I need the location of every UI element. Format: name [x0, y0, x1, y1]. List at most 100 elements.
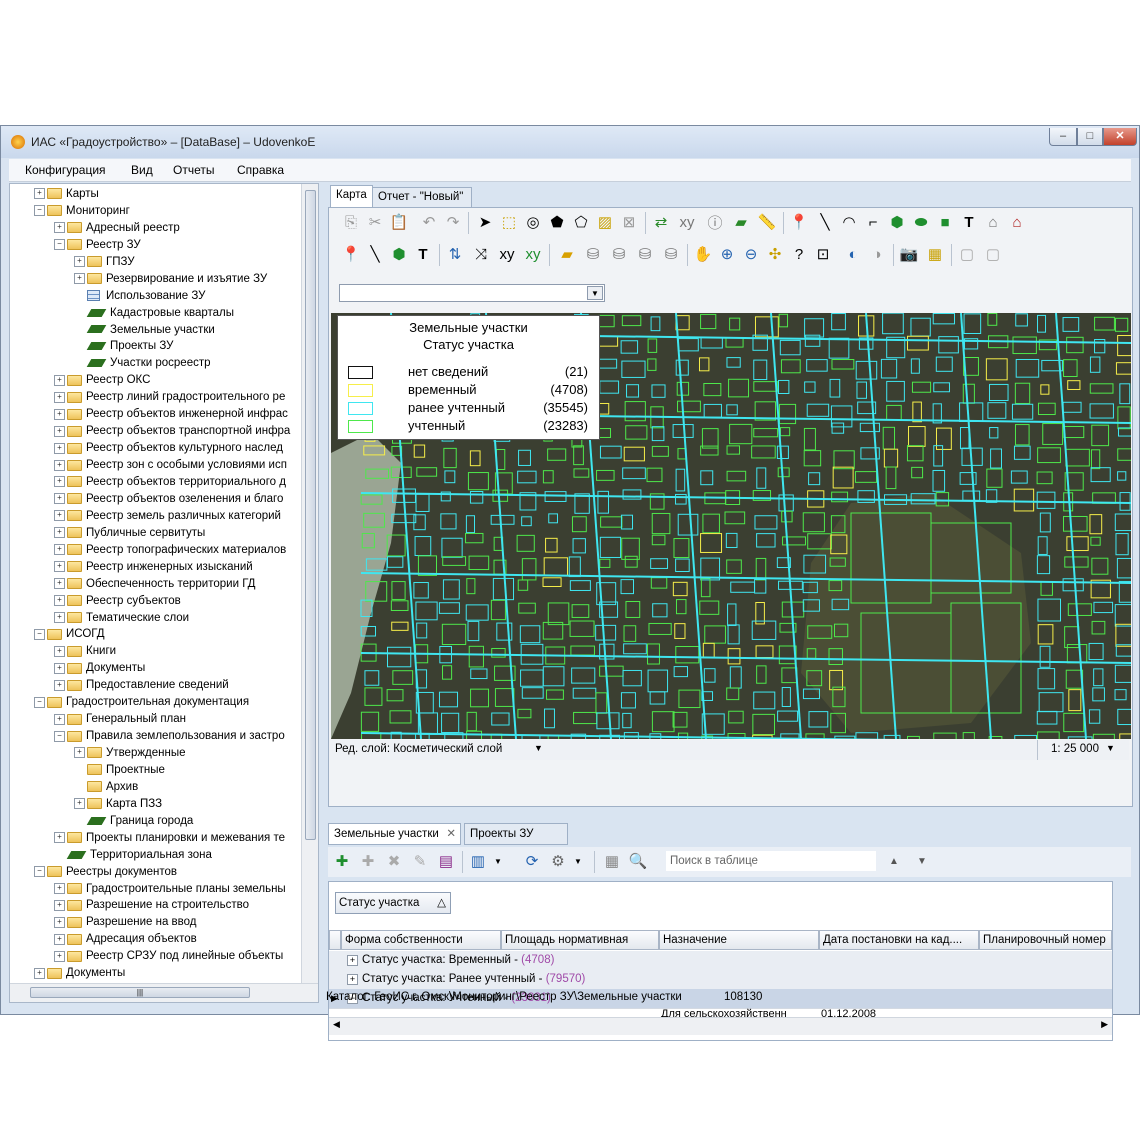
minimize-button[interactable]: –: [1049, 128, 1077, 146]
expand-icon[interactable]: +: [54, 391, 65, 403]
ruler-icon[interactable]: 📏: [757, 212, 777, 232]
tree-item[interactable]: + Реестр субъектов: [54, 593, 181, 610]
expand-icon[interactable]: +: [54, 950, 65, 962]
tree-item[interactable]: + Реестр объектов транспортной инфра: [54, 423, 290, 440]
move-xy-icon[interactable]: ⇅: [445, 244, 465, 264]
grid-icon[interactable]: ▦: [925, 244, 945, 264]
tree-item[interactable]: + Реестр инженерных изысканий: [54, 559, 253, 576]
tree-item[interactable]: Участки росреестр: [74, 355, 211, 372]
tab-map[interactable]: Карта: [330, 185, 373, 207]
expand-icon[interactable]: +: [347, 955, 358, 966]
scale-label[interactable]: 1: 25 000: [1051, 743, 1099, 755]
copy-icon[interactable]: ⎘: [341, 212, 361, 232]
select-layer-icon[interactable]: ▨: [595, 212, 615, 232]
scroll-left-icon[interactable]: ◀: [333, 1019, 340, 1030]
expand-icon[interactable]: +: [54, 442, 65, 454]
xy-icon[interactable]: xy: [497, 244, 517, 264]
tree-item[interactable]: Земельные участки: [74, 322, 215, 339]
expand-icon[interactable]: +: [54, 595, 65, 607]
tree-item[interactable]: + Адресный реестр: [54, 220, 180, 237]
refresh-icon[interactable]: ⟳: [522, 851, 542, 871]
edit-layer-dropdown-icon[interactable]: ▼: [534, 743, 543, 753]
grid-horizontal-scrollbar[interactable]: ◀ ▶: [329, 1017, 1112, 1035]
arc-tool-icon[interactable]: ◠: [839, 212, 859, 232]
zoom-extent-icon[interactable]: ✣: [765, 244, 785, 264]
expand-icon[interactable]: +: [54, 883, 65, 894]
expand-icon[interactable]: +: [54, 527, 65, 539]
coordinates-icon[interactable]: xy: [677, 212, 697, 232]
tree-horizontal-scrollbar[interactable]: |||: [10, 983, 318, 1002]
select-arrow-icon[interactable]: ➤: [475, 212, 495, 232]
tree-item[interactable]: + Реестр объектов территориального д: [54, 474, 286, 491]
close-tab-icon[interactable]: ✕: [446, 824, 456, 844]
tree-item[interactable]: − Правила землепользования и застро: [54, 728, 285, 745]
transfer-icon[interactable]: ⇄: [651, 212, 671, 232]
database-sync-icon[interactable]: ⛁: [635, 244, 655, 264]
collapse-icon[interactable]: −: [34, 628, 45, 640]
tree-item[interactable]: + Обеспеченность территории ГД: [54, 576, 255, 593]
zoom-in-icon[interactable]: ⊕: [717, 244, 737, 264]
menu-configuration[interactable]: Конфигурация: [25, 163, 106, 177]
collapse-icon[interactable]: −: [34, 205, 45, 217]
expand-icon[interactable]: +: [54, 832, 65, 844]
edit-record-icon[interactable]: ✎: [410, 851, 430, 871]
scale-dropdown-icon[interactable]: ▼: [1106, 743, 1115, 753]
expand-icon[interactable]: +: [54, 611, 65, 623]
tree-item[interactable]: Граница города: [74, 813, 193, 830]
collapse-icon[interactable]: −: [34, 866, 45, 878]
tree-item[interactable]: + Публичные сервитуты: [54, 525, 205, 542]
collapse-icon[interactable]: −: [54, 239, 65, 251]
expand-icon[interactable]: +: [34, 967, 45, 979]
tree-item[interactable]: + Предоставление сведений: [54, 677, 229, 694]
expand-icon[interactable]: +: [54, 662, 65, 674]
expand-icon[interactable]: +: [54, 476, 65, 488]
column-purpose[interactable]: Назначение: [659, 930, 819, 950]
menu-reports[interactable]: Отчеты: [173, 163, 214, 177]
tree-item[interactable]: + Резервирование и изъятие ЗУ: [74, 271, 267, 288]
zoom-help-icon[interactable]: ?: [789, 244, 809, 264]
paste-icon[interactable]: 📋: [389, 212, 409, 232]
tree-item[interactable]: + Проекты планировки и межевания те: [54, 830, 285, 847]
expand-icon[interactable]: +: [54, 222, 65, 234]
column-area[interactable]: Площадь нормативная: [501, 930, 659, 950]
tree-item[interactable]: + Документы: [54, 660, 145, 677]
partial-data-row[interactable]: Для сельскохозяйственн 01.12.2008: [329, 1008, 1112, 1017]
collapse-icon[interactable]: −: [54, 730, 65, 742]
overlay-icon[interactable]: ▢: [957, 244, 977, 264]
tree-item[interactable]: + Реестр топографических материалов: [54, 542, 286, 559]
polygon-tool-icon[interactable]: ⬢: [887, 212, 907, 232]
tree-item[interactable]: Кадастровые кварталы: [74, 305, 234, 322]
tree-item[interactable]: Проектные: [74, 762, 165, 779]
tree-item[interactable]: + Реестр ОКС: [54, 372, 150, 389]
tree-item[interactable]: + Реестр зон с особыми условиями исп: [54, 457, 287, 474]
layer-selector[interactable]: ▼: [339, 284, 605, 302]
overlay-2-icon[interactable]: ▢: [983, 244, 1003, 264]
database-add-icon[interactable]: ⛁: [609, 244, 629, 264]
menu-help[interactable]: Справка: [237, 163, 284, 177]
tree-item[interactable]: + Реестр объектов культурного наслед: [54, 440, 283, 457]
house-xy-icon[interactable]: ⌂: [1007, 212, 1027, 232]
expand-icon[interactable]: +: [54, 713, 65, 725]
tree-item[interactable]: − ИСОГД: [34, 626, 105, 643]
tree-item[interactable]: − Мониторинг: [34, 203, 130, 220]
tree-item[interactable]: − Реестры документов: [34, 864, 177, 881]
collapse-icon[interactable]: −: [34, 696, 45, 708]
expand-icon[interactable]: +: [54, 510, 65, 522]
tree-item[interactable]: + Документы: [34, 965, 125, 982]
point-tool-icon[interactable]: 📍: [789, 212, 809, 232]
clear-selection-icon[interactable]: ⊠: [619, 212, 639, 232]
select-line-icon[interactable]: ⬠: [571, 212, 591, 232]
tree-item[interactable]: + Книги: [54, 643, 116, 660]
scroll-right-icon[interactable]: ▶: [1101, 1019, 1108, 1030]
copy-record-icon[interactable]: ✚: [358, 851, 378, 871]
text-query-icon[interactable]: T: [413, 244, 433, 264]
ellipse-tool-icon[interactable]: ⬬: [911, 212, 931, 232]
group-by-chip[interactable]: Статус участка △: [335, 892, 451, 914]
edit-layer-label[interactable]: Ред. слой: Косметический слой: [335, 743, 502, 755]
tree-item[interactable]: + Реестр СРЗУ под линейные объекты: [54, 948, 283, 965]
settings-dropdown-icon[interactable]: ▼: [568, 851, 588, 871]
select-polygon-icon[interactable]: ⬟: [547, 212, 567, 232]
tree-item[interactable]: + Разрешение на ввод: [54, 914, 197, 931]
select-rect-icon[interactable]: ⬚: [499, 212, 519, 232]
redo-icon[interactable]: ↷: [443, 212, 463, 232]
